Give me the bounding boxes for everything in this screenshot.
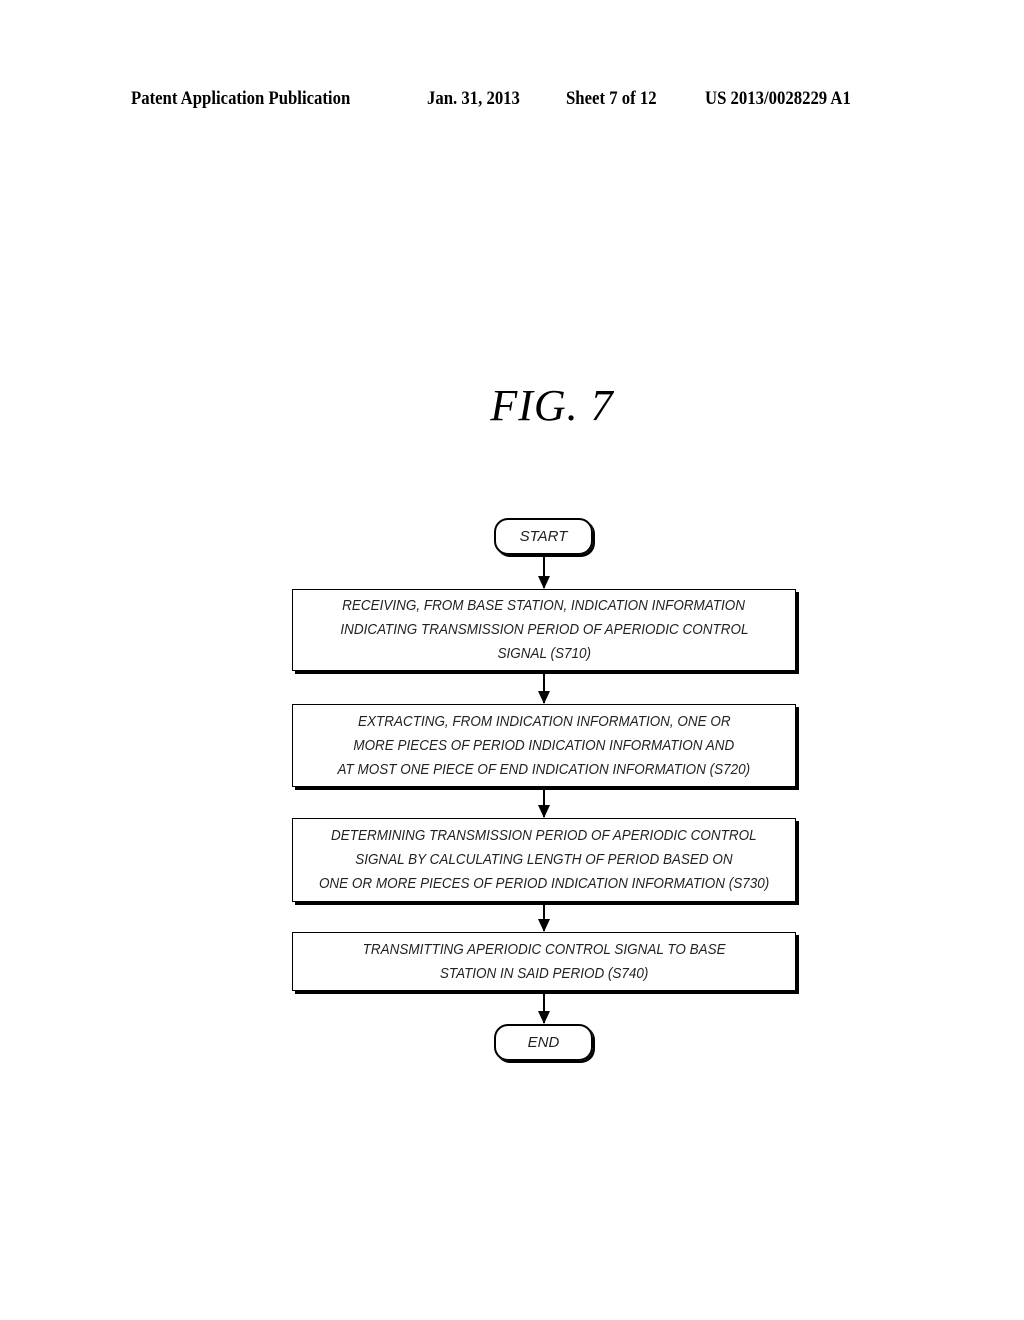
step-s740-box: TRANSMITTING APERIODIC CONTROL SIGNAL TO… xyxy=(292,932,796,991)
step-s730-box: DETERMINING TRANSMISSION PERIOD OF APERI… xyxy=(292,818,796,902)
step-text-line: SIGNAL BY CALCULATING LENGTH OF PERIOD B… xyxy=(355,852,733,868)
step-text-line: RECEIVING, FROM BASE STATION, INDICATION… xyxy=(342,598,746,614)
patent-header: Patent Application Publication Jan. 31, … xyxy=(0,88,1024,118)
step-text-line: ONE OR MORE PIECES OF PERIOD INDICATION … xyxy=(318,876,770,892)
step-text-line: AT MOST ONE PIECE OF END INDICATION INFO… xyxy=(337,761,751,778)
flow-arrow xyxy=(538,994,550,1024)
step-text-line: INDICATING TRANSMISSION PERIOD OF APERIO… xyxy=(339,622,749,638)
start-terminal: START xyxy=(494,518,593,555)
end-terminal: END xyxy=(494,1024,593,1061)
publication-date: Jan. 31, 2013 xyxy=(427,88,520,109)
flow-arrow xyxy=(538,790,550,818)
step-s720-box: EXTRACTING, FROM INDICATION INFORMATION,… xyxy=(292,704,796,787)
flow-arrow xyxy=(538,557,550,589)
publication-type: Patent Application Publication xyxy=(131,88,351,109)
step-text-line: TRANSMITTING APERIODIC CONTROL SIGNAL TO… xyxy=(362,941,726,958)
step-s710-box: RECEIVING, FROM BASE STATION, INDICATION… xyxy=(292,589,796,671)
step-text-line: MORE PIECES OF PERIOD INDICATION INFORMA… xyxy=(353,737,735,754)
step-text-line: EXTRACTING, FROM INDICATION INFORMATION,… xyxy=(357,713,731,730)
sheet-number: Sheet 7 of 12 xyxy=(566,88,657,109)
flow-arrow xyxy=(538,674,550,704)
step-text-line: DETERMINING TRANSMISSION PERIOD OF APERI… xyxy=(331,828,757,844)
step-text-line: SIGNAL (S710) xyxy=(497,646,591,662)
flow-arrow xyxy=(538,905,550,932)
publication-number: US 2013/0028229 A1 xyxy=(705,88,851,109)
figure-title: FIG. 7 xyxy=(490,381,614,430)
step-text-line: STATION IN SAID PERIOD (S740) xyxy=(439,965,649,982)
